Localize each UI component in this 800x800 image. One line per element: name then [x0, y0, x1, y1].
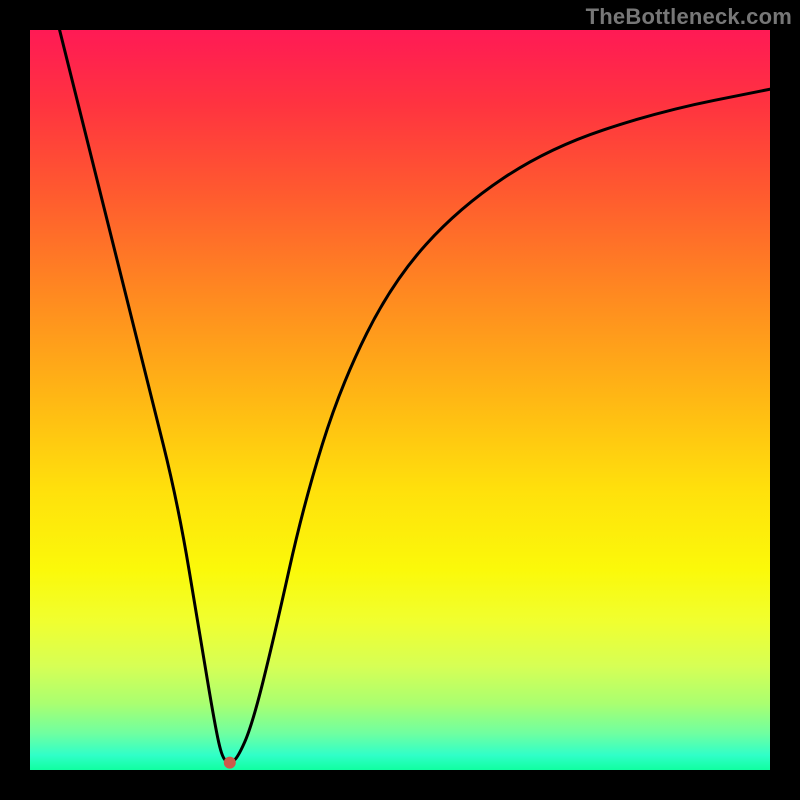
chart-frame: TheBottleneck.com — [0, 0, 800, 800]
plot-area — [30, 30, 770, 770]
watermark-text: TheBottleneck.com — [586, 4, 792, 30]
curve-path — [60, 30, 770, 762]
marker-dot — [224, 757, 236, 769]
bottleneck-curve — [60, 30, 770, 762]
curve-layer — [30, 30, 770, 770]
